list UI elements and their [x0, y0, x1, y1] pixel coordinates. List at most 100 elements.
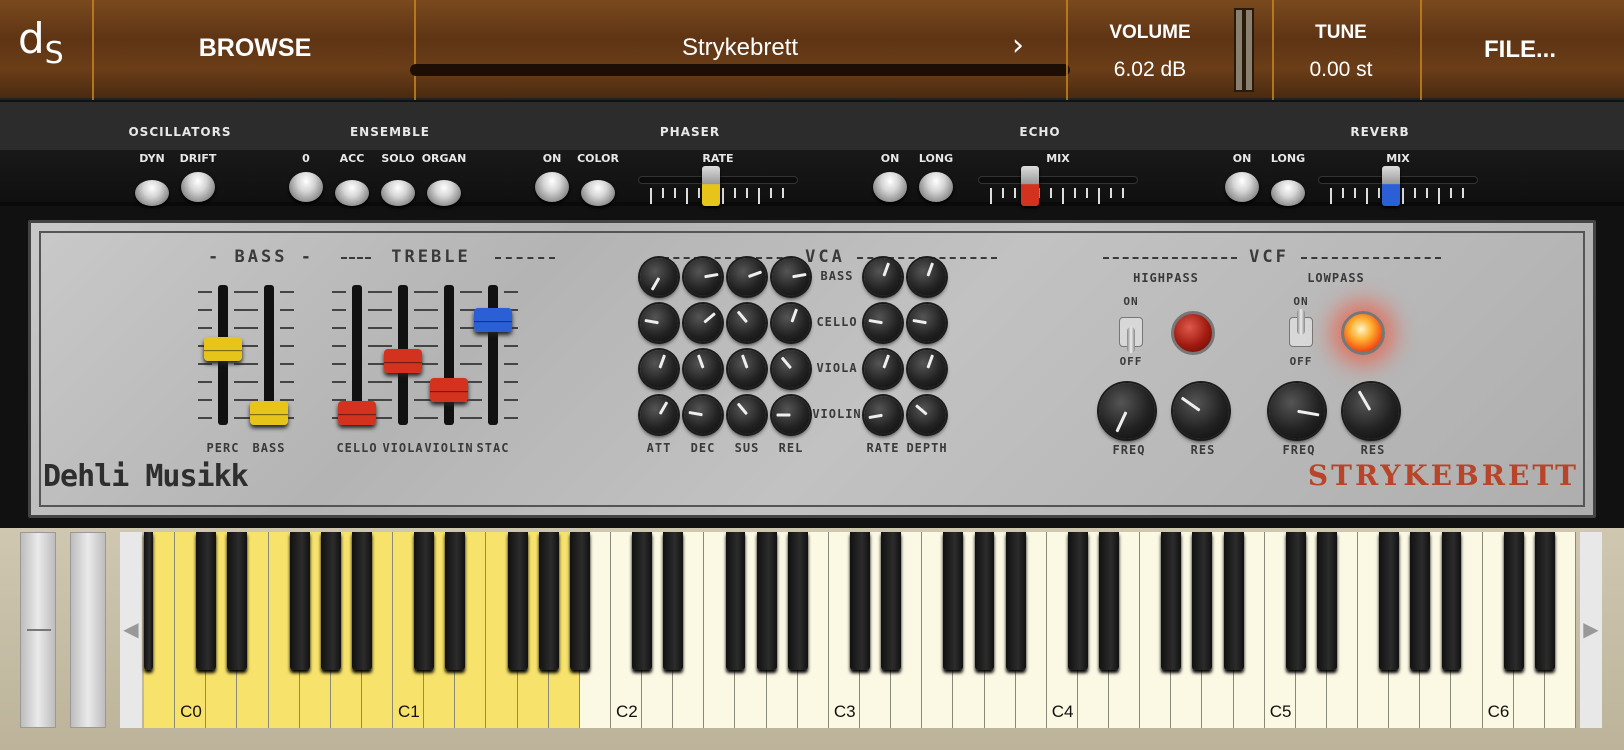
vca-knob-bass-0[interactable] — [640, 258, 678, 296]
vca-knob-viola-3[interactable] — [772, 350, 810, 388]
vca-knob-viola-2[interactable] — [728, 350, 766, 388]
vca-knob-violin-5[interactable] — [908, 396, 946, 434]
browse-button[interactable]: BROWSE — [190, 34, 320, 63]
black-key[interactable] — [320, 532, 341, 670]
vca-knob-bass-2[interactable] — [728, 258, 766, 296]
vca-knob-cello-2[interactable] — [728, 304, 766, 342]
black-key[interactable] — [725, 532, 746, 670]
black-key[interactable] — [1067, 532, 1088, 670]
vca-knob-bass-4[interactable] — [864, 258, 902, 296]
reverb-mix-slider[interactable] — [1318, 164, 1478, 206]
black-key[interactable] — [632, 532, 653, 670]
black-key[interactable] — [569, 532, 590, 670]
octave-up-icon[interactable]: ▶ — [1580, 532, 1602, 728]
vca-knob-cello-1[interactable] — [684, 304, 722, 342]
vca-knob-bass-3[interactable] — [772, 258, 810, 296]
tune-value[interactable]: 0.00 st — [1276, 58, 1406, 82]
lowpass-res-knob[interactable] — [1343, 383, 1399, 439]
black-key[interactable] — [445, 532, 466, 670]
highpass-res-knob[interactable] — [1173, 383, 1229, 439]
vca-knob-viola-0[interactable] — [640, 350, 678, 388]
ensemble-organ-button[interactable] — [427, 180, 461, 206]
black-key[interactable] — [144, 532, 154, 670]
lowpass-switch[interactable] — [1289, 309, 1313, 353]
black-key[interactable] — [1503, 532, 1524, 670]
phaser-on-button[interactable] — [535, 172, 569, 202]
ensemble-acc-button[interactable] — [335, 180, 369, 206]
black-key[interactable] — [1192, 532, 1213, 670]
black-key[interactable] — [1316, 532, 1337, 670]
oscillators-dyn-button[interactable] — [135, 180, 169, 206]
volume-value[interactable]: 6.02 dB — [1070, 58, 1230, 82]
highpass-switch[interactable] — [1119, 309, 1143, 353]
octave-down-icon[interactable]: ◀ — [120, 532, 142, 728]
preset-name[interactable]: Strykebrett — [420, 34, 1060, 62]
vca-knob-cello-3[interactable] — [772, 304, 810, 342]
black-key[interactable] — [756, 532, 777, 670]
bass-bass-fader[interactable] — [250, 401, 288, 425]
highpass-on-label: ON — [1123, 295, 1139, 308]
mod-wheel[interactable] — [70, 532, 106, 728]
black-key[interactable] — [289, 532, 310, 670]
oscillators-drift-label: DRIFT — [179, 152, 217, 165]
black-key[interactable] — [943, 532, 964, 670]
vca-knob-violin-3[interactable] — [772, 396, 810, 434]
echo-mix-slider[interactable] — [978, 164, 1138, 206]
phaser-slider-cap[interactable] — [702, 166, 720, 206]
echo-long-button[interactable] — [919, 172, 953, 202]
black-key[interactable] — [1441, 532, 1462, 670]
vca-knob-viola-4[interactable] — [864, 350, 902, 388]
black-key[interactable] — [1099, 532, 1119, 670]
phaser-rate-slider[interactable] — [638, 164, 798, 206]
vca-knob-cello-4[interactable] — [864, 304, 902, 342]
black-key[interactable] — [881, 532, 902, 670]
black-key[interactable] — [974, 532, 995, 670]
ensemble-0-button[interactable] — [289, 172, 323, 202]
oscillators-drift-button[interactable] — [181, 172, 215, 202]
black-key[interactable] — [1410, 532, 1431, 670]
lowpass-freq-knob[interactable] — [1269, 383, 1325, 439]
reverb-on-button[interactable] — [1225, 172, 1259, 202]
treble-cello-fader[interactable] — [338, 401, 376, 425]
black-key[interactable] — [1379, 532, 1400, 670]
vca-knob-bass-5[interactable] — [908, 258, 946, 296]
vca-col-depth-label: DEPTH — [906, 441, 948, 455]
highpass-freq-knob[interactable] — [1099, 383, 1155, 439]
black-key[interactable] — [414, 532, 435, 670]
vca-knob-cello-5[interactable] — [908, 304, 946, 342]
vca-knob-viola-1[interactable] — [684, 350, 722, 388]
ensemble-solo-button[interactable] — [381, 180, 415, 206]
echo-slider-cap[interactable] — [1021, 166, 1039, 206]
reverb-slider-cap[interactable] — [1382, 166, 1400, 206]
file-menu-button[interactable]: FILE... — [1440, 36, 1600, 64]
black-key[interactable] — [1285, 532, 1306, 670]
vca-knob-violin-2[interactable] — [728, 396, 766, 434]
black-key[interactable] — [351, 532, 372, 670]
vca-knob-bass-1[interactable] — [684, 258, 722, 296]
black-key[interactable] — [1161, 532, 1182, 670]
treble-stac-fader[interactable] — [474, 308, 512, 332]
black-key[interactable] — [227, 532, 248, 670]
treble-viola-fader[interactable] — [384, 349, 422, 373]
black-key[interactable] — [850, 532, 870, 670]
bass-perc-fader[interactable] — [204, 337, 242, 361]
vca-knob-violin-1[interactable] — [684, 396, 722, 434]
black-key[interactable] — [787, 532, 808, 670]
black-key[interactable] — [1223, 532, 1244, 670]
next-preset-icon[interactable]: › — [1012, 28, 1024, 63]
reverb-long-button[interactable] — [1271, 180, 1305, 206]
vca-knob-violin-4[interactable] — [864, 396, 902, 434]
black-key[interactable] — [538, 532, 559, 670]
black-key[interactable] — [1005, 532, 1026, 670]
vca-knob-viola-5[interactable] — [908, 350, 946, 388]
black-key[interactable] — [507, 532, 528, 670]
echo-on-button[interactable] — [873, 172, 907, 202]
black-key[interactable] — [196, 532, 217, 670]
phaser-color-button[interactable] — [581, 180, 615, 206]
treble-violin-fader[interactable] — [430, 378, 468, 402]
pitch-wheel[interactable] — [20, 532, 56, 728]
black-key[interactable] — [663, 532, 684, 670]
vca-knob-cello-0[interactable] — [640, 304, 678, 342]
black-key[interactable] — [1534, 532, 1555, 670]
vca-knob-violin-0[interactable] — [640, 396, 678, 434]
